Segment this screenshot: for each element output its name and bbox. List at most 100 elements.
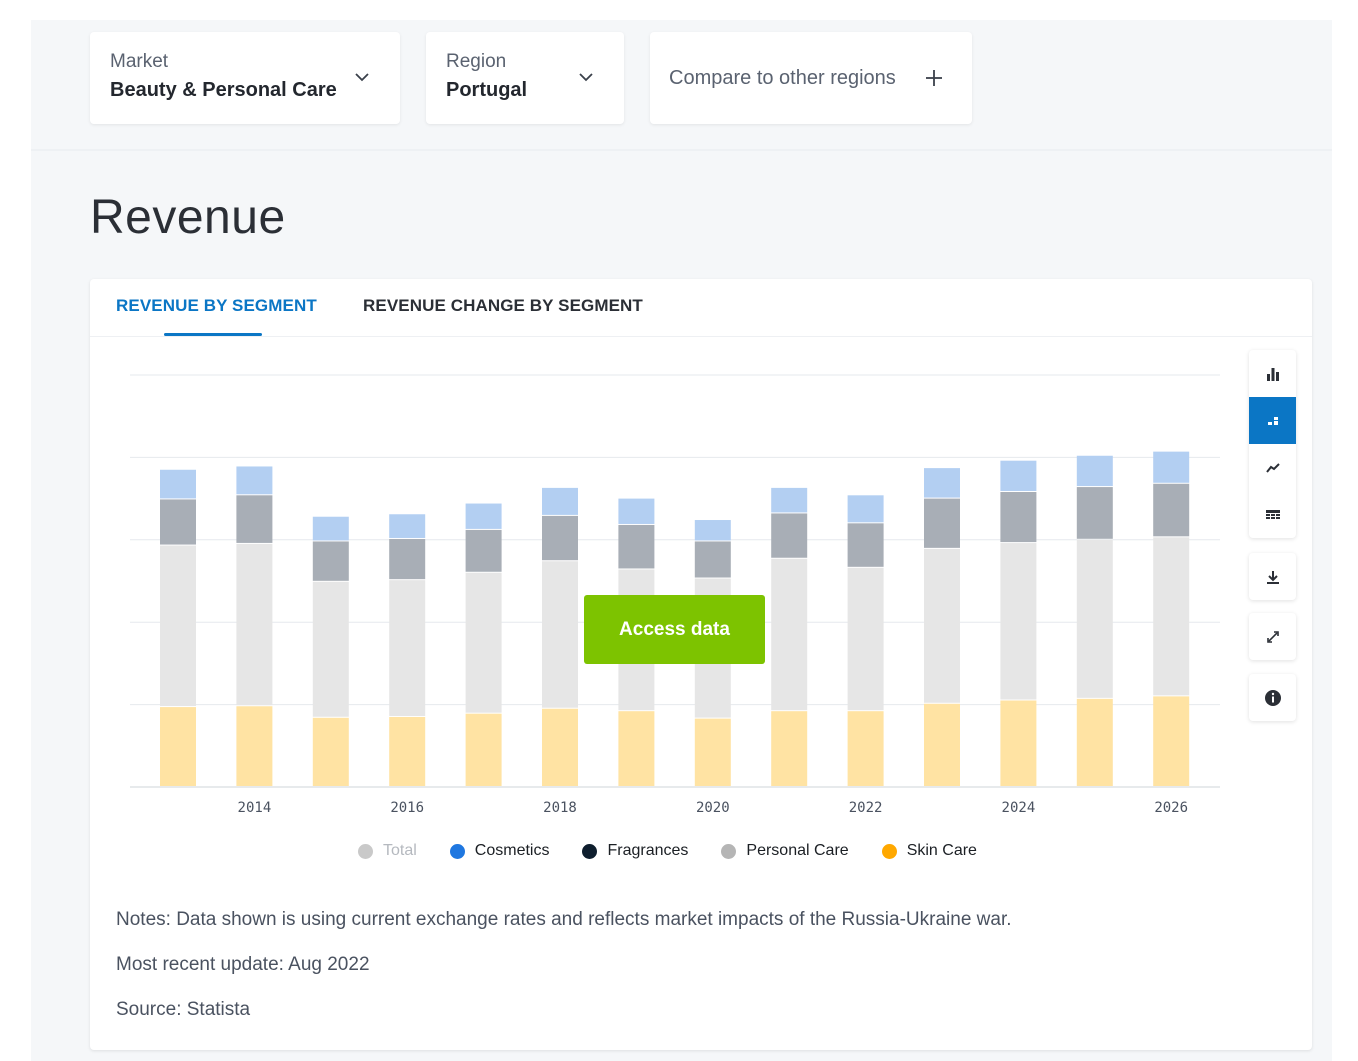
compare-regions-button[interactable]: Compare to other regions: [650, 32, 972, 124]
download-button[interactable]: [1249, 553, 1296, 600]
region-dropdown[interactable]: Region Portugal: [426, 32, 624, 124]
bar-segment-fragrances[interactable]: [312, 581, 349, 717]
bar-segment-personal-care[interactable]: [771, 513, 808, 558]
bar-segment-fragrances[interactable]: [1000, 543, 1037, 700]
bar-segment-skin-care[interactable]: [694, 718, 731, 786]
bar-segment-cosmetics[interactable]: [771, 487, 808, 513]
tab-revenue-by-segment[interactable]: REVENUE BY SEGMENT: [116, 296, 317, 316]
bar-segment-fragrances[interactable]: [1153, 537, 1190, 696]
bar-segment-cosmetics[interactable]: [542, 487, 578, 515]
plus-icon: [926, 70, 942, 86]
expand-icon: [1266, 630, 1279, 643]
legend-label: Skin Care: [906, 842, 977, 859]
download-button-wrapper: [1249, 553, 1296, 600]
market-label: Market: [110, 51, 169, 72]
bar-segment-skin-care[interactable]: [1153, 696, 1190, 786]
revenue-chart-card: REVENUE BY SEGMENT REVENUE CHANGE BY SEG…: [90, 279, 1312, 1050]
section-title: Revenue: [90, 191, 286, 244]
bar-segment-personal-care[interactable]: [1076, 487, 1113, 539]
compare-label: Compare to other regions: [669, 67, 896, 89]
bar-chart-icon: [1266, 367, 1279, 381]
legend-item-total[interactable]: Total: [358, 842, 417, 860]
bar-segment-personal-care[interactable]: [694, 541, 731, 578]
bar-segment-personal-care[interactable]: [1000, 492, 1037, 543]
info-button[interactable]: [1249, 674, 1296, 721]
bar-segment-personal-care[interactable]: [542, 515, 578, 561]
line-chart-icon: [1265, 462, 1280, 473]
bar-segment-cosmetics[interactable]: [1153, 451, 1190, 483]
info-button-wrapper: [1249, 674, 1296, 721]
legend-dot: [449, 843, 465, 859]
bar-segment-skin-care[interactable]: [312, 717, 349, 786]
bar-segment-personal-care[interactable]: [389, 538, 426, 580]
bar-segment-personal-care[interactable]: [236, 495, 273, 543]
bar-chart-button[interactable]: [1249, 350, 1296, 397]
info-icon: [1264, 689, 1281, 706]
bar-segment-skin-care[interactable]: [618, 711, 655, 786]
bar-segment-skin-care[interactable]: [236, 706, 273, 786]
bar-segment-skin-care[interactable]: [389, 716, 426, 786]
bar-segment-cosmetics[interactable]: [389, 514, 426, 538]
x-tick-label: 2022: [849, 800, 883, 816]
bar-segment-cosmetics[interactable]: [847, 495, 884, 523]
bar-segment-cosmetics[interactable]: [694, 520, 731, 541]
bar-segment-skin-care[interactable]: [1000, 700, 1037, 786]
bar-segment-skin-care[interactable]: [847, 711, 884, 786]
bar-segment-cosmetics[interactable]: [618, 498, 655, 524]
bar-segment-fragrances[interactable]: [924, 548, 960, 703]
bar-segment-skin-care[interactable]: [542, 708, 578, 786]
bar-segment-skin-care[interactable]: [771, 711, 808, 786]
bar-segment-fragrances[interactable]: [236, 543, 273, 706]
bar-segment-personal-care[interactable]: [618, 524, 655, 569]
bar-segment-personal-care[interactable]: [312, 541, 349, 581]
bar-segment-cosmetics[interactable]: [160, 469, 196, 499]
legend-item-fragrances[interactable]: Fragrances: [582, 842, 688, 860]
legend-label: Total: [383, 842, 417, 859]
active-tab-indicator: [164, 333, 262, 336]
legend-item-personal-care[interactable]: Personal Care: [721, 842, 849, 860]
tab-revenue-change-by-segment[interactable]: REVENUE CHANGE BY SEGMENT: [363, 296, 643, 316]
bar-segment-cosmetics[interactable]: [465, 503, 502, 529]
chart-legend: Total Cosmetics Fragrances Personal Care…: [358, 839, 1010, 863]
legend-item-skin-care[interactable]: Skin Care: [881, 842, 977, 860]
bar-segment-cosmetics[interactable]: [1000, 460, 1037, 492]
bar-segment-fragrances[interactable]: [465, 572, 502, 713]
bar-segment-personal-care[interactable]: [160, 499, 196, 545]
chevron-down-icon: [579, 73, 593, 82]
bar-segment-personal-care[interactable]: [1153, 483, 1190, 537]
table-icon: [1265, 509, 1280, 519]
region-label: Region: [446, 51, 507, 72]
table-view-button[interactable]: [1249, 491, 1296, 538]
bar-segment-fragrances[interactable]: [1076, 539, 1113, 698]
line-chart-button[interactable]: [1249, 444, 1296, 491]
bar-segment-personal-care[interactable]: [924, 498, 960, 548]
recent-update: Most recent update: Aug 2022: [116, 954, 370, 975]
legend-dot: [582, 843, 598, 859]
chart-tabs: REVENUE BY SEGMENT REVENUE CHANGE BY SEG…: [90, 279, 1312, 337]
bar-segment-personal-care[interactable]: [847, 523, 884, 567]
bar-segment-cosmetics[interactable]: [924, 468, 960, 498]
bar-segment-fragrances[interactable]: [542, 561, 578, 708]
access-data-button[interactable]: Access data: [584, 595, 765, 664]
bar-segment-cosmetics[interactable]: [312, 516, 349, 541]
bar-segment-fragrances[interactable]: [160, 545, 196, 707]
x-tick-label: 2024: [1002, 800, 1036, 816]
bar-segment-fragrances[interactable]: [771, 558, 808, 711]
bar-segment-fragrances[interactable]: [847, 567, 884, 711]
bar-segment-cosmetics[interactable]: [236, 466, 273, 495]
bar-segment-cosmetics[interactable]: [1076, 455, 1113, 487]
x-tick-label: 2018: [543, 800, 577, 816]
bar-segment-fragrances[interactable]: [389, 580, 426, 716]
chevron-down-icon: [355, 73, 369, 82]
bar-segment-skin-care[interactable]: [465, 713, 502, 786]
fullscreen-button[interactable]: [1249, 613, 1296, 660]
legend-item-cosmetics[interactable]: Cosmetics: [449, 842, 549, 860]
legend-dot: [721, 843, 737, 859]
market-dropdown[interactable]: Market Beauty & Personal Care: [90, 32, 400, 124]
bar-segment-skin-care[interactable]: [924, 703, 960, 786]
bar-segment-skin-care[interactable]: [1076, 698, 1113, 786]
bar-segment-personal-care[interactable]: [465, 529, 502, 572]
chart-type-toolbar: [1249, 350, 1296, 538]
bar-segment-skin-care[interactable]: [160, 707, 196, 786]
stacked-bar-chart-button[interactable]: [1249, 397, 1296, 444]
